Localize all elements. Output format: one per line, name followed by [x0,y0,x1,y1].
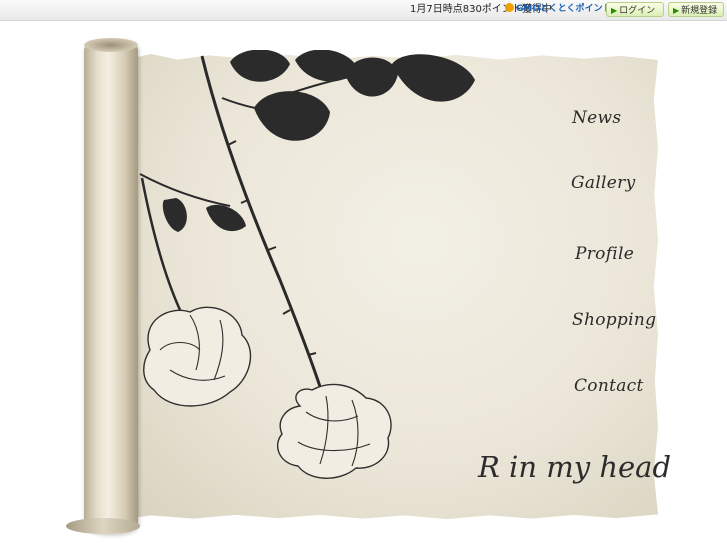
login-label: ログイン [619,6,656,16]
nav-profile[interactable]: Profile [575,244,634,264]
rose-illustration [139,50,475,479]
scroll-roll-lip [66,518,140,534]
nav-contact[interactable]: Contact [574,376,644,396]
register-label: 新規登録 [681,6,718,16]
gmo-points-badge[interactable]: GMOとくとくポイント [505,3,611,16]
top-toolbar: 1月7日時点830ポイント獲得中 GMOとくとくポイント ▶ ログイン ▶ 新規登録 [0,0,727,21]
site-logo[interactable]: R in my head [478,450,671,484]
gmo-points-label: GMOとくとくポイント [516,4,612,14]
nav-news[interactable]: News [572,108,621,128]
play-arrow-icon: ▶ [611,6,618,15]
register-button[interactable]: ▶ 新規登録 [668,2,724,17]
coin-icon [505,3,514,12]
nav-gallery[interactable]: Gallery [571,173,635,193]
nav-shopping[interactable]: Shopping [572,310,656,330]
play-arrow-icon: ▶ [673,6,680,15]
login-button[interactable]: ▶ ログイン [606,2,664,17]
